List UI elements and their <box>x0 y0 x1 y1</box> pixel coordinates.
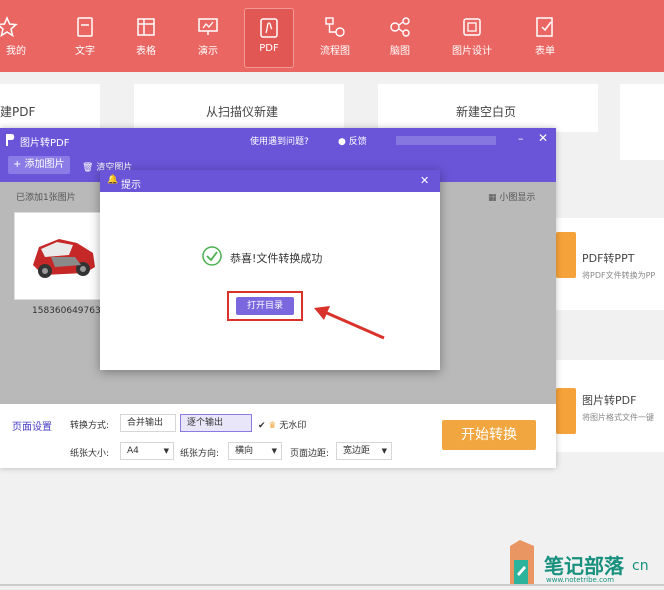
margin-select[interactable]: 宽边距 ▼ <box>336 442 392 460</box>
checkbox-icon: ✔ <box>258 421 266 431</box>
page-settings-label: 页面设置 <box>12 422 52 433</box>
app-logo-icon <box>6 134 15 146</box>
help-link[interactable]: 使用遇到问题? <box>250 134 309 147</box>
added-count: 已添加1张图片 <box>16 193 76 203</box>
watermark-logo <box>510 540 534 584</box>
toolbar-item-text[interactable]: 文字 <box>60 8 110 68</box>
toolbar-item-flowchart[interactable]: 流程图 <box>310 8 360 68</box>
table-icon <box>137 18 155 36</box>
toolbar-item-mindmap[interactable]: 脑图 <box>375 8 425 68</box>
pdf-icon <box>260 18 278 38</box>
annotation-arrow <box>314 306 385 340</box>
toolbar-item-pdf[interactable]: PDF <box>244 8 294 68</box>
each-output-option[interactable]: 逐个输出 <box>180 414 252 432</box>
success-check-icon <box>202 246 222 266</box>
card-new-pdf[interactable]: 建PDF <box>0 84 100 132</box>
top-toolbar: 我的 文字 表格 演示 PDF 流程图 脑图 图片设计 表单 <box>0 0 664 72</box>
small-view-toggle[interactable]: ▦ 小图显示 <box>488 190 535 203</box>
card-blank-page[interactable]: 新建空白页 <box>378 84 598 132</box>
window-title: 图片转PDF <box>20 138 70 149</box>
card-img-to-pdf[interactable]: 图片转PDF 将图片格式文件一键 <box>556 360 664 452</box>
watermark-brand: 笔记部落 <box>544 554 624 578</box>
orientation-select[interactable]: 横向 ▼ <box>228 442 282 460</box>
chat-icon: ● <box>338 137 346 147</box>
star-icon <box>0 16 18 38</box>
minimize-icon[interactable]: – <box>518 132 524 145</box>
toolbar-item-table[interactable]: 表格 <box>121 8 171 68</box>
pdf-to-ppt-icon <box>556 232 576 278</box>
form-icon <box>536 17 553 37</box>
no-watermark-checkbox[interactable]: ✔ ♛ 无水印 <box>258 418 306 431</box>
card-pdf-to-ppt[interactable]: PDF转PPT 将PDF文件转换为PP <box>556 218 664 310</box>
feedback-link[interactable]: ● 反馈 <box>338 134 367 147</box>
add-image-button[interactable]: + 添加图片 <box>8 156 70 174</box>
dialog-title: 提示 <box>121 180 141 191</box>
close-icon[interactable]: ✕ <box>538 131 548 145</box>
card-scanner-new[interactable]: 从扫描仪新建 <box>134 84 344 132</box>
toolbar-item-image-design[interactable]: 图片设计 <box>447 8 497 68</box>
img-to-pdf-icon <box>556 388 576 434</box>
flowchart-icon <box>325 17 345 37</box>
watermark-suffix: cn <box>632 558 649 574</box>
paper-size-select[interactable]: A4 ▼ <box>120 442 174 460</box>
watermark: 笔记部落 cn www.notetribe.com <box>500 540 664 590</box>
grid-icon: ▦ <box>488 193 497 203</box>
toolbar-item-form[interactable]: 表单 <box>520 8 570 68</box>
success-message: 恭喜!文件转换成功 <box>230 252 323 265</box>
toolbar-item-mine[interactable]: 我的 <box>0 8 32 68</box>
card-extra[interactable] <box>620 84 664 160</box>
toolbar-item-presentation[interactable]: 演示 <box>183 8 233 68</box>
dialog-close-icon[interactable]: ✕ <box>420 174 429 187</box>
image-thumbnail[interactable] <box>14 212 104 300</box>
merge-output-option[interactable]: 合并输出 <box>120 414 176 432</box>
mindmap-icon <box>390 17 410 37</box>
trash-icon: 🗑 <box>82 163 94 173</box>
chevron-down-icon: ▼ <box>271 447 277 455</box>
image-filename: 1583606497633. <box>32 306 110 316</box>
document-icon <box>77 17 93 37</box>
car-image <box>33 239 95 278</box>
dialog-header: 🔔 提示 ✕ <box>100 170 440 192</box>
chevron-down-icon: ▼ <box>381 447 387 455</box>
chevron-down-icon: ▼ <box>163 447 169 455</box>
image-design-icon <box>463 18 481 36</box>
crown-icon: ♛ <box>268 421 277 431</box>
watermark-url: www.notetribe.com <box>546 576 615 584</box>
user-account-blurred <box>396 136 496 145</box>
start-conversion-button[interactable]: 开始转换 <box>442 420 536 450</box>
presentation-icon <box>198 18 218 35</box>
highlight-box <box>227 291 303 321</box>
bell-icon: 🔔 <box>107 175 119 185</box>
window-titlebar: 图片转PDF 使用遇到问题? ● 反馈 – ✕ <box>0 128 556 152</box>
